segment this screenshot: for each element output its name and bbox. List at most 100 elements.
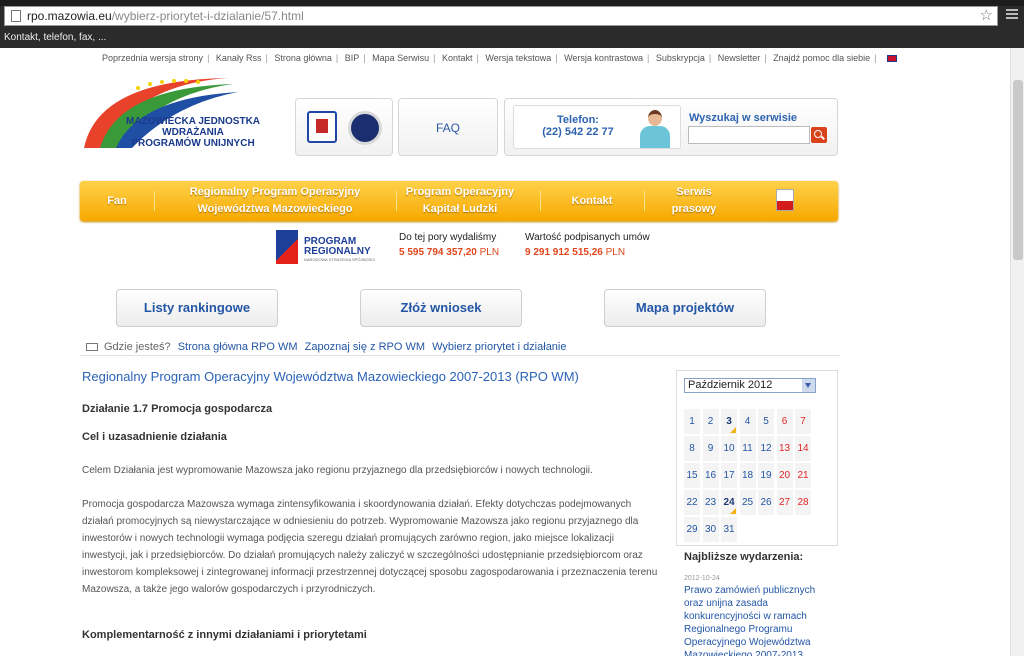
top-link[interactable]: Wersja kontrastowa — [564, 53, 643, 63]
spent-label: Do tej pory wydaliśmy — [399, 232, 497, 243]
program-logo-line3: NARODOWA STRATEGIA SPÓJNOŚCI — [304, 257, 376, 262]
breadcrumb-icon — [86, 343, 98, 352]
calendar-day[interactable]: 11 — [739, 436, 757, 462]
calendar-day[interactable]: 10 — [721, 436, 738, 462]
top-link[interactable]: Poprzednia wersja strony — [102, 53, 203, 63]
browser-menu-icon[interactable] — [1006, 9, 1018, 21]
section-heading: Komplementarność z innymi działaniami i … — [82, 629, 367, 641]
calendar-day[interactable]: 30 — [702, 517, 720, 543]
calendar-day[interactable]: 24 — [721, 490, 738, 516]
nav-item-fan[interactable]: Fan — [80, 181, 154, 221]
calendar-day[interactable]: 2 — [702, 409, 720, 435]
section-heading: Cel i uzasadnienie działania — [82, 431, 227, 443]
calendar-day[interactable]: 20 — [776, 463, 794, 489]
phone-label: Telefon: — [557, 114, 599, 126]
top-link[interactable]: BIP — [345, 53, 360, 63]
top-link[interactable]: Kanały Rss — [216, 53, 262, 63]
calendar-day[interactable]: 23 — [702, 490, 720, 516]
vertical-scrollbar[interactable] — [1010, 48, 1024, 656]
nav-item-press[interactable]: Serwis prasowy — [644, 181, 744, 221]
faq-button[interactable]: FAQ — [398, 98, 498, 156]
top-link[interactable]: Wersja tekstowa — [485, 53, 551, 63]
events-calendar: Październik 2012 1 2 3 4 5 6 7 8 9 10 11 12 13 14 15 16… — [676, 370, 838, 546]
calendar-day[interactable]: 7 — [795, 409, 812, 435]
consultant-avatar — [636, 108, 676, 148]
calendar-day[interactable]: 29 — [684, 517, 701, 543]
calendar-day[interactable]: 13 — [776, 436, 794, 462]
calendar-day[interactable]: 9 — [702, 436, 720, 462]
rankings-button[interactable]: Listy rankingowe — [116, 289, 278, 327]
english-flag-icon[interactable] — [887, 55, 898, 63]
paragraph: Celem Działania jest wypromowanie Mazows… — [82, 465, 593, 476]
search-label: Wyszukaj w serwisie — [689, 112, 798, 124]
events-heading: Najbliższe wydarzenia: — [684, 551, 804, 563]
calendar-day[interactable]: 14 — [795, 436, 812, 462]
url-path: /wybierz-priorytet-i-dzialanie/57.html — [111, 9, 304, 23]
quality-seal-icon[interactable] — [348, 111, 382, 145]
logo-text: MAZOWIECKA JEDNOSTKA WDRAŻANIA PROGRAMÓW U… — [125, 116, 261, 149]
nav-item-pokl[interactable]: Program Operacyjny Kapitał Ludzki — [396, 181, 524, 221]
bookmark-item[interactable]: Kontakt, telefon, fax, ... — [0, 28, 1024, 48]
breadcrumb-link[interactable]: Strona główna RPO WM — [178, 341, 298, 353]
page-icon — [11, 10, 21, 22]
breadcrumb-link[interactable]: Wybierz priorytet i działanie — [432, 341, 566, 353]
calendar-day[interactable]: 3 — [721, 409, 738, 435]
search-input[interactable] — [688, 126, 810, 144]
phone-panel: Telefon: (22) 542 22 77 — [513, 105, 681, 149]
top-link[interactable]: Strona główna — [274, 53, 332, 63]
submit-application-button[interactable]: Złóż wniosek — [360, 289, 522, 327]
top-link[interactable]: Mapa Serwisu — [372, 53, 429, 63]
program-flag-icon — [276, 230, 298, 264]
calendar-day[interactable]: 4 — [739, 409, 757, 435]
event-date: 2012-10-24 — [684, 575, 720, 582]
scrollbar-thumb[interactable] — [1013, 80, 1023, 260]
top-link[interactable]: Kontakt — [442, 53, 473, 63]
calendar-day[interactable]: 8 — [684, 436, 701, 462]
contracts-label: Wartość podpisanych umów — [525, 232, 650, 243]
certificate-badges — [295, 98, 393, 156]
chevron-down-icon — [802, 379, 815, 392]
url-host: rpo.mazowia.eu — [27, 9, 112, 23]
projects-map-button[interactable]: Mapa projektów — [604, 289, 766, 327]
search-icon[interactable] — [811, 127, 827, 143]
contact-search-box: Telefon: (22) 542 22 77 Wyszukaj w serwi… — [504, 98, 838, 156]
calendar-day[interactable]: 19 — [758, 463, 775, 489]
month-select[interactable]: Październik 2012 — [684, 378, 816, 393]
spent-value: 5 595 794 357,20 PLN — [399, 247, 500, 258]
bookmark-star-icon[interactable]: ☆ — [980, 8, 993, 24]
bip-icon[interactable] — [776, 189, 794, 211]
address-bar[interactable]: rpo.mazowia.eu/wybierz-priorytet-i-dzial… — [4, 6, 998, 26]
program-regionalny-logo: PROGRAM REGIONALNY NARODOWA STRATEGIA SP… — [276, 230, 388, 266]
calendar-day[interactable]: 27 — [776, 490, 794, 516]
event-link[interactable]: Prawo zamówień publicznych oraz unijna z… — [684, 584, 834, 656]
calendar-day[interactable]: 28 — [795, 490, 812, 516]
calendar-day[interactable]: 1 — [684, 409, 701, 435]
calendar-day[interactable]: 16 — [702, 463, 720, 489]
certificate-icon[interactable] — [307, 111, 337, 143]
article-subtitle: Działanie 1.7 Promocja gospodarcza — [82, 403, 273, 415]
article-title: Regionalny Program Operacyjny Województw… — [82, 369, 579, 384]
browser-chrome: rpo.mazowia.eu/wybierz-priorytet-i-dzial… — [0, 0, 1024, 48]
mjwpu-logo[interactable]: MAZOWIECKA JEDNOSTKA WDRAŻANIA PROGRAMÓW U… — [78, 70, 260, 150]
calendar-day[interactable]: 12 — [758, 436, 775, 462]
calendar-day[interactable]: 17 — [721, 463, 738, 489]
calendar-day[interactable]: 6 — [776, 409, 794, 435]
breadcrumb-prefix: Gdzie jesteś? — [104, 341, 171, 353]
calendar-day[interactable]: 18 — [739, 463, 757, 489]
calendar-day[interactable]: 5 — [758, 409, 775, 435]
top-link[interactable]: Newsletter — [718, 53, 761, 63]
breadcrumb-link[interactable]: Zapoznaj się z RPO WM — [305, 341, 425, 353]
calendar-day[interactable]: 21 — [795, 463, 812, 489]
calendar-day[interactable]: 15 — [684, 463, 701, 489]
calendar-day[interactable]: 25 — [739, 490, 757, 516]
top-link[interactable]: Subskrypcja — [656, 53, 705, 63]
top-links: Poprzednia wersja strony | Kanały Rss | St… — [102, 53, 898, 63]
top-link[interactable]: Znajdź pomoc dla siebie — [773, 53, 870, 63]
calendar-day[interactable]: 26 — [758, 490, 775, 516]
breadcrumb: Gdzie jesteś? Strona główna RPO WM Zapoz… — [80, 338, 840, 356]
nav-item-rpo[interactable]: Regionalny Program Operacyjny Województwa… — [154, 181, 396, 221]
calendar-day[interactable]: 22 — [684, 490, 701, 516]
nav-item-kontakt[interactable]: Kontakt — [540, 181, 644, 221]
phone-number: (22) 542 22 77 — [542, 126, 614, 138]
calendar-day[interactable]: 31 — [721, 517, 738, 543]
